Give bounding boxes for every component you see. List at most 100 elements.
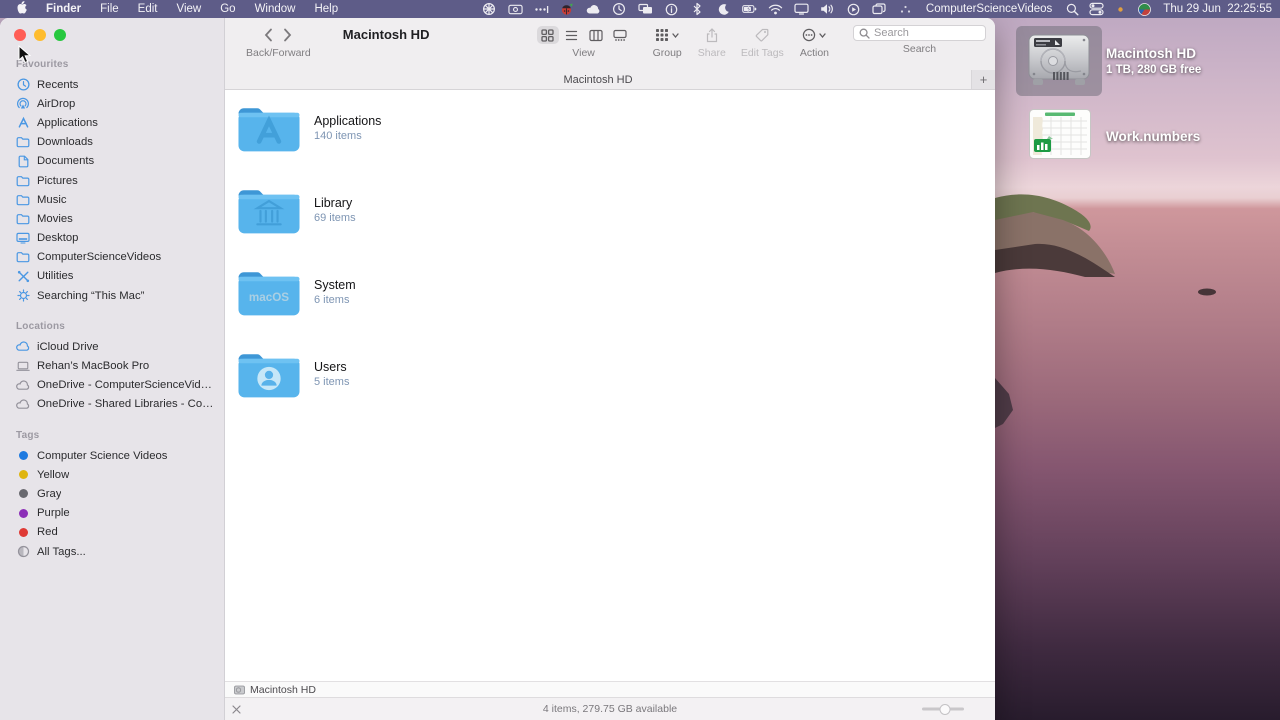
folder-name: System	[314, 278, 356, 292]
play-circle-icon[interactable]	[846, 2, 861, 16]
new-tab-button[interactable]: +	[971, 70, 995, 89]
menu-finder[interactable]: Finder	[46, 3, 81, 15]
sidebar-item-onedrive-computersciencevideos[interactable]: OneDrive - ComputerScienceVideos	[14, 376, 218, 395]
avatar-icon[interactable]	[1137, 2, 1152, 16]
bluetooth-icon[interactable]	[690, 2, 705, 16]
sidebar-item-pictures[interactable]: Pictures	[14, 171, 218, 190]
menu-window[interactable]: Window	[255, 3, 296, 15]
path-bar[interactable]: Macintosh HD	[225, 681, 995, 697]
minimize-button[interactable]	[34, 29, 46, 41]
action-icon[interactable]	[802, 28, 816, 42]
time-machine-icon[interactable]	[612, 2, 627, 16]
wifi-icon[interactable]	[768, 2, 783, 16]
screen-record-icon[interactable]	[508, 2, 523, 16]
more-dots-icon[interactable]	[534, 2, 549, 16]
folder-library[interactable]: Library 69 items	[234, 181, 995, 239]
menu-edit[interactable]: Edit	[138, 3, 158, 15]
sidebar-item-music[interactable]: Music	[14, 190, 218, 209]
folder-users[interactable]: Users 5 items	[234, 345, 995, 403]
search-icon	[859, 28, 870, 39]
tag-icon[interactable]	[755, 28, 769, 42]
sidebar-item-gray[interactable]: Gray	[14, 484, 218, 503]
sidebar-item-searching-this-mac[interactable]: Searching “This Mac”	[14, 286, 218, 305]
close-button[interactable]	[14, 29, 26, 41]
sidebar-item-label: Movies	[37, 212, 73, 225]
sidebar-item-computer-science-videos[interactable]: Computer Science Videos	[14, 446, 218, 465]
folder-applications[interactable]: Applications 140 items	[234, 99, 995, 157]
work-numbers-desktop-icon[interactable]	[1029, 109, 1091, 164]
apple-menu-icon[interactable]	[16, 1, 27, 17]
search-control: Search Search	[853, 25, 986, 55]
sidebar-item-downloads[interactable]: Downloads	[14, 133, 218, 152]
folder-name: Users	[314, 360, 347, 374]
sidebar-item-recents[interactable]: Recents	[14, 75, 218, 94]
moon-icon[interactable]	[716, 2, 731, 16]
display-icon[interactable]	[794, 2, 809, 16]
sidebar-item-applications[interactable]: Applications	[14, 113, 218, 132]
sidebar-sections: Favourites Recents AirDrop Applications Down…	[0, 41, 224, 561]
notification-dot-icon[interactable]	[1113, 2, 1128, 16]
tab-macintosh-hd[interactable]: Macintosh HD	[225, 70, 971, 89]
slider-knob[interactable]	[939, 703, 951, 715]
sidebar-item-desktop[interactable]: Desktop	[14, 229, 218, 248]
forward-button[interactable]	[283, 28, 292, 42]
sidebar-item-rehan-s-macbook-pro[interactable]: Rehan’s MacBook Pro	[14, 356, 218, 375]
cloud-icon[interactable]	[586, 2, 601, 16]
column-view-button[interactable]	[585, 26, 607, 44]
window-main: Back/Forward Macintosh HD View Group Sha…	[225, 18, 995, 720]
volume-icon[interactable]	[820, 2, 835, 16]
group-icon[interactable]	[655, 28, 669, 42]
control-center-icon[interactable]	[1089, 2, 1104, 16]
sidebar-item-label: Rehan’s MacBook Pro	[37, 360, 150, 373]
windows-copy-icon[interactable]	[872, 2, 887, 16]
dots-triangle-icon[interactable]	[898, 2, 913, 16]
sidebar-item-label: Pictures	[37, 174, 78, 187]
sidebar-item-label: Purple	[37, 507, 70, 520]
sidebar-item-airdrop[interactable]: AirDrop	[14, 94, 218, 113]
sidebar-item-movies[interactable]: Movies	[14, 209, 218, 228]
macintosh-hd-desktop-icon[interactable]	[1027, 31, 1091, 94]
menu-file[interactable]: File	[100, 3, 119, 15]
menu-help[interactable]: Help	[314, 3, 338, 15]
sidebar-item-label: Downloads	[37, 136, 93, 149]
sidebar-item-all-tags[interactable]: All Tags...	[14, 542, 218, 561]
battery-charging-icon[interactable]	[742, 2, 757, 16]
list-view-button[interactable]	[561, 26, 583, 44]
sidebar-item-documents[interactable]: Documents	[14, 152, 218, 171]
work-numbers-desktop-label[interactable]: Work.numbers	[1106, 129, 1200, 144]
info-icon[interactable]	[664, 2, 679, 16]
share-icon[interactable]	[706, 27, 718, 43]
svg-text:macOS: macOS	[249, 291, 289, 304]
search-input[interactable]: Search	[853, 25, 986, 41]
sidebar-item-utilities[interactable]: Utilities	[14, 267, 218, 286]
zoom-button[interactable]	[54, 29, 66, 41]
icon-view-button[interactable]	[536, 26, 559, 44]
sidebar-item-yellow[interactable]: Yellow	[14, 465, 218, 484]
sidebar-item-label: Documents	[37, 155, 95, 168]
sidebar-item-onedrive-shared-libraries-comp[interactable]: OneDrive - Shared Libraries - Comp...	[14, 395, 218, 414]
back-button[interactable]	[264, 28, 273, 42]
sidebar-item-computersciencevideos[interactable]: ComputerScienceVideos	[14, 248, 218, 267]
sidebar-item-icloud-drive[interactable]: iCloud Drive	[14, 337, 218, 356]
sidebar-section-tags: Tags	[16, 430, 40, 441]
status-bar: 4 items, 279.75 GB available	[225, 697, 995, 720]
spotlight-icon[interactable]	[1065, 2, 1080, 16]
folder-system[interactable]: macOS System 6 items	[234, 263, 995, 321]
sidebar-item-red[interactable]: Red	[14, 523, 218, 542]
icon-size-slider[interactable]	[922, 703, 964, 715]
menu-user-label[interactable]: ComputerScienceVideos	[926, 3, 1052, 15]
sidebar-item-purple[interactable]: Purple	[14, 504, 218, 523]
sidebar: Favourites Recents AirDrop Applications Down…	[0, 18, 225, 720]
display-mirror-icon[interactable]	[638, 2, 653, 16]
ladybug-icon[interactable]	[560, 2, 575, 16]
menu-clock[interactable]: Thu 29 Jun 22:25:55	[1163, 3, 1272, 15]
path-bar-label: Macintosh HD	[250, 683, 316, 696]
right-icons	[1065, 2, 1152, 16]
menu-view[interactable]: View	[177, 3, 202, 15]
macintosh-hd-desktop-label[interactable]: Macintosh HD 1 TB, 280 GB free	[1106, 46, 1201, 76]
tag-dot-icon	[16, 487, 30, 501]
pinwheel-icon[interactable]	[482, 2, 497, 16]
gallery-view-button[interactable]	[609, 26, 631, 44]
menu-go[interactable]: Go	[220, 3, 235, 15]
sidebar-item-label: iCloud Drive	[37, 340, 99, 353]
